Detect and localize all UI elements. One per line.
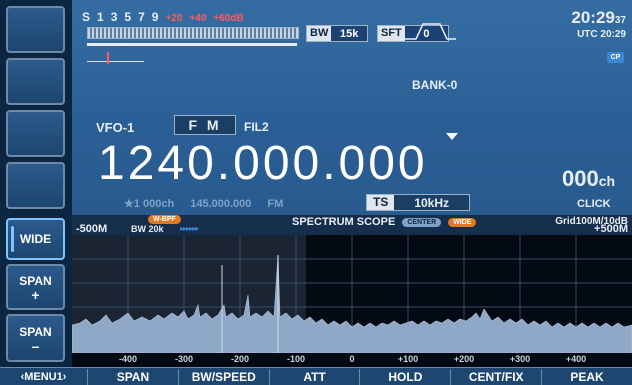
- sub-meter: [87, 52, 144, 64]
- x-tick: +200: [453, 354, 475, 364]
- menu1-key[interactable]: ‹MENU1›: [0, 368, 88, 385]
- tuning-caret-icon: [446, 133, 458, 140]
- function-menu: ‹MENU1› SPAN BW/SPEED ATT HOLD CENT/FIX …: [0, 367, 632, 385]
- x-tick: -300: [174, 354, 193, 364]
- sweep-arrows-icon: ▸▸▸▸▸▸: [180, 224, 199, 233]
- passband-filter-icon: [400, 23, 456, 40]
- span-left-edge: -500M: [76, 223, 108, 235]
- bank-label: BANK-0: [412, 78, 458, 92]
- tuning-step-indicator[interactable]: TS 10kHz: [366, 194, 470, 211]
- s-meter-scale: S 1 3 5 7 9 +20 +40 +60dB: [82, 10, 244, 24]
- wide-key-label: WIDE: [19, 231, 52, 246]
- clock: 20:2937 UTC 20:29: [571, 8, 626, 40]
- x-tick: 0: [349, 354, 355, 364]
- spectrum-plot[interactable]: [72, 235, 632, 353]
- plus-icon: +: [31, 286, 40, 303]
- spectrum-bw: BW 20k: [131, 224, 164, 234]
- x-tick: -400: [118, 354, 137, 364]
- spectrum-title: SPECTRUM SCOPE CENTER WIDE: [292, 216, 477, 228]
- x-tick: -200: [230, 354, 249, 364]
- s-meter-bar: [87, 27, 299, 39]
- x-tick: +300: [509, 354, 531, 364]
- mode-indicator[interactable]: F M: [174, 115, 236, 135]
- wide-tag: WIDE: [448, 218, 477, 227]
- hold-menu-key[interactable]: HOLD: [360, 368, 452, 385]
- sub-meter-marker: [107, 52, 109, 64]
- span-minus-key[interactable]: SPAN –: [6, 314, 65, 362]
- cent-fix-menu-key[interactable]: CENT/FIX: [451, 368, 543, 385]
- wbpf-tag: W-BPF: [148, 215, 181, 224]
- minus-icon: –: [31, 337, 40, 354]
- spectrum-x-axis: -400 -300 -200 -100 0 +100 +200 +300 +40…: [72, 353, 632, 367]
- spectrum-header: W-BPF SPECTRUM SCOPE CENTER WIDE Grid100…: [72, 215, 632, 235]
- bw-indicator[interactable]: BW 15k: [306, 25, 368, 42]
- channel-number[interactable]: 000ch: [562, 166, 615, 192]
- cp-badge: CP: [607, 52, 624, 63]
- x-tick: +100: [397, 354, 419, 364]
- soft-key-4[interactable]: [6, 162, 65, 209]
- att-menu-key[interactable]: ATT: [270, 368, 361, 385]
- filter-label[interactable]: FIL2: [244, 120, 269, 134]
- center-tag: CENTER: [402, 218, 442, 227]
- click-label: CLICK: [577, 198, 611, 210]
- x-tick: +400: [565, 354, 587, 364]
- soft-key-2[interactable]: [6, 58, 65, 105]
- x-tick: -100: [286, 354, 305, 364]
- spectrum-scope[interactable]: W-BPF SPECTRUM SCOPE CENTER WIDE Grid100…: [72, 215, 632, 367]
- soft-key-1[interactable]: [6, 6, 65, 53]
- vfo-label[interactable]: VFO-1: [96, 120, 134, 135]
- span-plus-key[interactable]: SPAN +: [6, 264, 65, 310]
- frequency-readout[interactable]: 1240.000.000: [98, 136, 428, 192]
- s-meter-baseline: [87, 43, 297, 46]
- span-menu-key[interactable]: SPAN: [88, 368, 179, 385]
- peak-menu-key[interactable]: PEAK: [542, 369, 632, 385]
- span-right-edge: +500M: [594, 223, 628, 235]
- main-display: S 1 3 5 7 9 +20 +40 +60dB BW 15k SFT 0 20:2937 U…: [72, 0, 632, 215]
- soft-key-3[interactable]: [6, 110, 65, 157]
- wide-key-indicator: [11, 226, 14, 252]
- bw-speed-menu-key[interactable]: BW/SPEED: [179, 368, 270, 385]
- memory-info: ★1 000ch 145.000.000 FM: [124, 198, 284, 210]
- wide-key[interactable]: WIDE: [6, 218, 65, 260]
